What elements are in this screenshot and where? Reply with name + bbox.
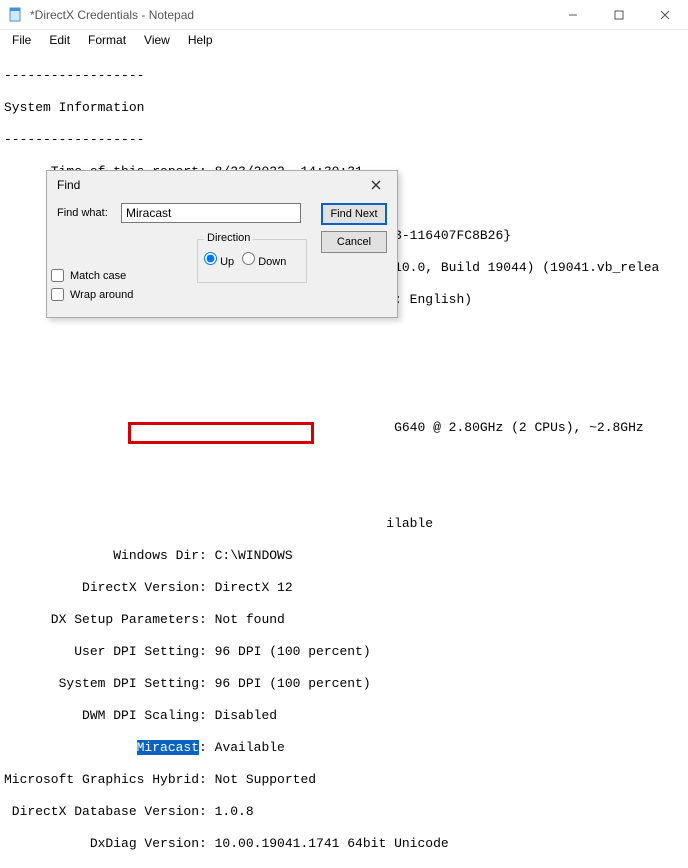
find-what-label: Find what: bbox=[57, 207, 113, 219]
notepad-icon bbox=[8, 7, 24, 23]
menu-edit[interactable]: Edit bbox=[41, 32, 78, 48]
find-close-button[interactable] bbox=[361, 174, 391, 196]
text-fragment: ilable bbox=[386, 516, 433, 531]
text-line: G640 @ 2.80GHz (2 CPUs), ~2.8GHz bbox=[4, 420, 688, 436]
find-dialog: Find Find what: Find Next Cancel Directi… bbox=[46, 170, 398, 318]
text-line: DxDiag Version: 10.00.19041.1741 64bit U… bbox=[4, 836, 688, 852]
text-line bbox=[4, 484, 688, 500]
text-line: ------------------ bbox=[4, 68, 688, 84]
find-dialog-body: Find what: Find Next Cancel Direction Up… bbox=[47, 199, 397, 317]
text-line: Miracast: Available bbox=[4, 740, 688, 756]
text-line bbox=[4, 388, 688, 404]
maximize-button[interactable] bbox=[596, 0, 642, 30]
wrap-around-checkbox[interactable] bbox=[51, 288, 64, 301]
direction-legend: Direction bbox=[204, 232, 253, 244]
titlebar[interactable]: *DirectX Credentials - Notepad bbox=[0, 0, 688, 30]
text-line: User DPI Setting: 96 DPI (100 percent) bbox=[4, 644, 688, 660]
text-line: DX Setup Parameters: Not found bbox=[4, 612, 688, 628]
direction-group: Direction Up Down bbox=[197, 239, 307, 283]
text-line: ------------------ bbox=[4, 132, 688, 148]
text-fragment bbox=[4, 740, 137, 755]
window-controls bbox=[550, 0, 688, 29]
menu-format[interactable]: Format bbox=[80, 32, 134, 48]
text-line: Windows Dir: C:\WINDOWS bbox=[4, 548, 688, 564]
window-title: *DirectX Credentials - Notepad bbox=[30, 8, 550, 22]
text-line bbox=[4, 452, 688, 468]
menubar: File Edit Format View Help bbox=[0, 30, 688, 50]
close-button[interactable] bbox=[642, 0, 688, 30]
find-next-button[interactable]: Find Next bbox=[321, 203, 387, 225]
cancel-button[interactable]: Cancel bbox=[321, 231, 387, 253]
text-fragment: G640 @ 2.80GHz (2 CPUs), ~2.8GHz bbox=[386, 420, 643, 435]
text-line: ilable bbox=[4, 516, 688, 532]
found-highlight: Miracast bbox=[137, 740, 199, 755]
find-dialog-titlebar[interactable]: Find bbox=[47, 171, 397, 199]
match-case-checkbox[interactable] bbox=[51, 269, 64, 282]
text-line: Microsoft Graphics Hybrid: Not Supported bbox=[4, 772, 688, 788]
menu-help[interactable]: Help bbox=[180, 32, 221, 48]
minimize-button[interactable] bbox=[550, 0, 596, 30]
text-fragment: g: English) bbox=[386, 292, 472, 307]
match-case-label: Match case bbox=[70, 270, 126, 282]
text-line bbox=[4, 356, 688, 372]
find-dialog-title: Find bbox=[57, 178, 361, 192]
wrap-around-label: Wrap around bbox=[70, 289, 133, 301]
text-line: DirectX Database Version: 1.0.8 bbox=[4, 804, 688, 820]
text-line bbox=[4, 324, 688, 340]
direction-up-radio[interactable]: Up bbox=[204, 252, 234, 268]
direction-down-radio[interactable]: Down bbox=[242, 252, 286, 268]
text-fragment: : Available bbox=[199, 740, 285, 755]
text-line: System DPI Setting: 96 DPI (100 percent) bbox=[4, 676, 688, 692]
find-what-input[interactable] bbox=[121, 203, 301, 223]
text-line: System Information bbox=[4, 100, 688, 116]
menu-view[interactable]: View bbox=[136, 32, 178, 48]
menu-file[interactable]: File bbox=[4, 32, 39, 48]
text-line: DWM DPI Scaling: Disabled bbox=[4, 708, 688, 724]
text-line: DirectX Version: DirectX 12 bbox=[4, 580, 688, 596]
